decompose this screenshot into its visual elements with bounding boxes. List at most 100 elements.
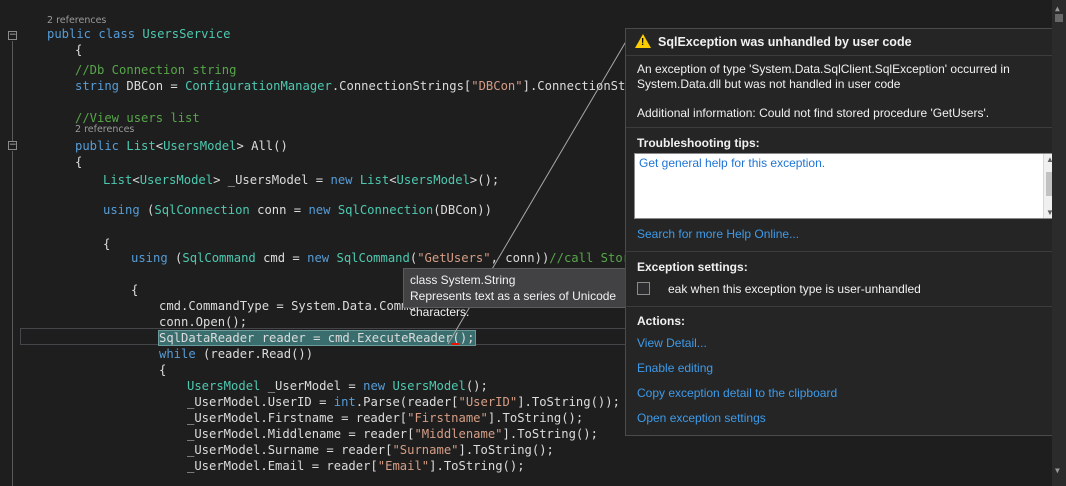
actions-header: Actions:: [637, 314, 685, 328]
code-line[interactable]: public List<UsersModel> All(): [75, 138, 288, 154]
code-line[interactable]: List<UsersModel> _UsersModel = new List<…: [103, 172, 499, 188]
code-token: (DBCon)): [433, 203, 492, 217]
code-token: using: [103, 203, 148, 217]
open-exception-settings-link[interactable]: Open exception settings: [637, 411, 766, 425]
scroll-up-icon[interactable]: ▲: [1055, 4, 1060, 13]
selected-code: SqlDataReader reader = cmd.ExecuteReader…: [158, 330, 476, 346]
code-line[interactable]: using (SqlCommand cmd = new SqlCommand("…: [131, 250, 645, 266]
code-token: UsersModel: [396, 173, 470, 187]
code-line[interactable]: _UserModel.Firstname = reader["Firstname…: [187, 410, 583, 426]
code-line[interactable]: //View users list: [75, 110, 200, 126]
code-token: //Db Connection string: [75, 63, 237, 77]
code-token: >();: [469, 173, 500, 187]
code-token: _UserModel.Surname = reader[: [187, 443, 393, 457]
code-token: _UserModel =: [260, 379, 364, 393]
code-line[interactable]: cmd.CommandType = System.Data.Comma: [159, 298, 416, 314]
code-token: _UserModel.Firstname = reader[: [187, 411, 408, 425]
code-token: List: [103, 173, 133, 187]
code-line[interactable]: string DBCon = ConfigurationManager.Conn…: [75, 78, 655, 94]
code-token: ].ToString();: [429, 459, 525, 473]
code-line[interactable]: UsersModel _UserModel = new UsersModel()…: [187, 378, 488, 394]
code-token: conn =: [249, 203, 309, 217]
code-token: "DBCon": [471, 79, 523, 93]
additional-information: Additional information: Could not find s…: [637, 106, 990, 120]
fold-toggle-class[interactable]: −: [8, 31, 17, 40]
troubleshooting-header: Troubleshooting tips:: [637, 136, 760, 150]
code-token: > _UsersModel =: [213, 173, 331, 187]
code-line[interactable]: {: [103, 236, 110, 252]
code-token: new: [307, 251, 337, 265]
code-token: UsersModel: [392, 379, 466, 393]
code-token: public class: [47, 27, 143, 41]
code-token: ();: [465, 379, 488, 393]
code-token: UsersService: [142, 27, 231, 41]
code-token: string: [75, 79, 127, 93]
exception-message-cont: System.Data.dll but was not handled in u…: [637, 77, 901, 91]
enable-editing-link[interactable]: Enable editing: [637, 361, 713, 375]
code-token: UsersModel: [139, 173, 214, 187]
divider: [626, 127, 1065, 128]
scroll-thumb[interactable]: [1055, 14, 1063, 22]
code-token: new: [363, 379, 393, 393]
code-token: //View users list: [75, 111, 200, 125]
code-token: "Email": [377, 459, 430, 473]
code-line[interactable]: _UserModel.Surname = reader["Surname"].T…: [187, 442, 554, 458]
exception-helper-popup: ! SqlException was unhandled by user cod…: [625, 28, 1066, 436]
code-token: {: [75, 155, 83, 169]
code-line[interactable]: conn.Open();: [159, 314, 247, 330]
code-line[interactable]: {: [75, 154, 82, 170]
code-line[interactable]: {: [131, 282, 138, 298]
code-token: conn.Open();: [159, 315, 248, 329]
exception-title: SqlException was unhandled by user code: [658, 35, 912, 49]
code-token: while: [159, 347, 204, 361]
fold-guide: [12, 41, 13, 141]
break-on-exception-label: eak when this exception type is user-unh…: [668, 282, 921, 296]
code-token: ].ToString();: [487, 411, 584, 425]
code-line[interactable]: SqlDataReader reader = cmd.ExecuteReader…: [158, 330, 476, 346]
code-token: SqlCommand: [336, 251, 410, 265]
code-token: {: [75, 43, 83, 57]
warning-icon: !: [635, 34, 651, 48]
copy-exception-detail-link[interactable]: Copy exception detail to the clipboard: [637, 386, 837, 400]
code-token: SqlConnection: [154, 203, 250, 217]
code-token: new: [308, 203, 338, 217]
editor-vertical-scrollbar[interactable]: ▲ ▼: [1052, 0, 1066, 486]
search-help-online-link[interactable]: Search for more Help Online...: [637, 227, 799, 241]
code-token: new: [330, 173, 360, 187]
code-token: "Surname": [392, 443, 459, 457]
code-line[interactable]: //Db Connection string: [75, 62, 236, 78]
code-token: ].ToString();: [502, 427, 598, 441]
code-token: _UserModel.UserID =: [187, 395, 334, 409]
exception-header: ! SqlException was unhandled by user cod…: [626, 29, 1065, 55]
code-line[interactable]: public class UsersService: [47, 26, 230, 42]
code-line[interactable]: _UserModel.Middlename = reader["Middlena…: [187, 426, 598, 442]
exception-message: An exception of type 'System.Data.SqlCli…: [637, 62, 1010, 76]
code-token: cmd =: [255, 251, 308, 265]
code-token: UsersModel: [187, 379, 261, 393]
code-line[interactable]: {: [159, 362, 166, 378]
troubleshooting-tips-list[interactable]: Get general help for this exception. ▲ ▼: [634, 153, 1058, 219]
scroll-down-icon[interactable]: ▼: [1055, 466, 1060, 475]
code-token: List: [126, 139, 156, 153]
code-token: UsersModel: [163, 139, 237, 153]
code-line[interactable]: using (SqlConnection conn = new SqlConne…: [103, 202, 492, 218]
view-detail-link[interactable]: View Detail...: [637, 336, 707, 350]
editor-gutter: − −: [0, 0, 20, 486]
code-line[interactable]: _UserModel.UserID = int.Parse(reader["Us…: [187, 394, 620, 410]
break-on-exception-checkbox[interactable]: [637, 282, 650, 295]
code-token: .Parse(reader[: [355, 395, 459, 409]
code-token: {: [131, 283, 139, 297]
error-squiggle: [451, 343, 459, 345]
fold-guide: [12, 151, 13, 486]
code-line[interactable]: _UserModel.Email = reader["Email"].ToStr…: [187, 458, 525, 474]
code-token: "GetUsers": [417, 251, 491, 265]
code-token: int: [333, 395, 356, 409]
code-token: ConfigurationManager: [185, 79, 332, 93]
code-line[interactable]: while (reader.Read()): [159, 346, 313, 362]
code-token: cmd.CommandType = System.Data.Comma: [159, 299, 416, 313]
code-line[interactable]: {: [75, 42, 82, 58]
fold-toggle-method[interactable]: −: [8, 141, 17, 150]
code-token: "UserID": [458, 395, 518, 409]
general-help-link[interactable]: Get general help for this exception.: [639, 156, 825, 170]
code-token: .ConnectionStrings[: [331, 79, 472, 93]
